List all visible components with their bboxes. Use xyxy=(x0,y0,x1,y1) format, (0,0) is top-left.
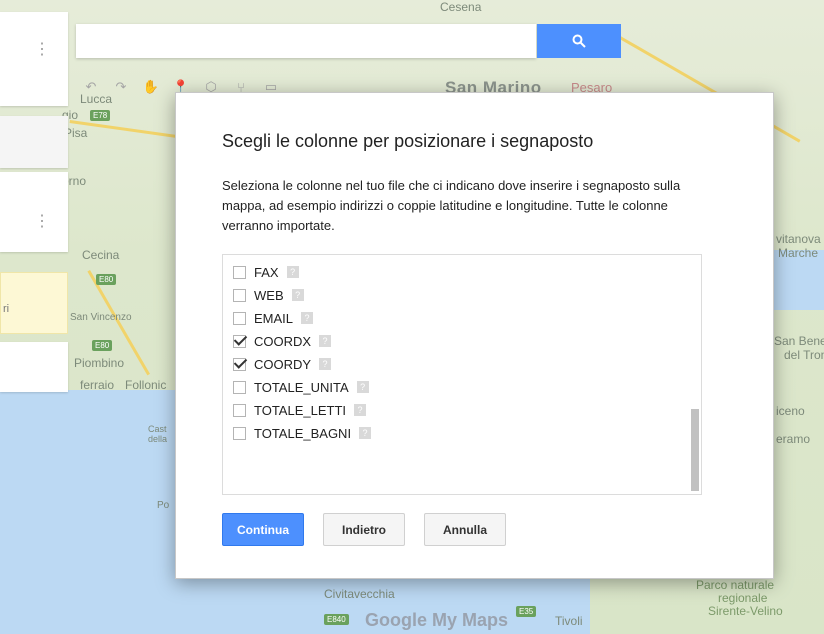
map-label: Po xyxy=(157,500,170,511)
column-label: EMAIL xyxy=(254,310,294,326)
list-item[interactable]: FAX ? xyxy=(233,261,299,283)
map-label: Marche xyxy=(778,246,819,260)
redo-icon[interactable]: ↷ xyxy=(106,76,136,98)
help-icon[interactable]: ? xyxy=(359,427,372,439)
map-label: della xyxy=(148,434,168,444)
list-item[interactable]: TOTALE_LETTI ? xyxy=(233,399,366,421)
layer-card[interactable]: ⋮ xyxy=(0,12,68,106)
undo-icon[interactable]: ↶ xyxy=(76,76,106,98)
map-label: ferraio xyxy=(80,378,115,392)
list-item[interactable]: COORDX ? xyxy=(233,330,332,352)
map-label: Sirente-Velino xyxy=(708,604,783,618)
continue-button[interactable]: Continua xyxy=(222,513,304,546)
column-label: FAX xyxy=(254,264,279,280)
column-label: COORDX xyxy=(254,333,312,349)
column-label: COORDY xyxy=(254,356,312,372)
column-checkbox[interactable] xyxy=(233,380,246,394)
map-label: Follonic xyxy=(125,378,167,392)
map-label: San Bened xyxy=(774,334,824,348)
map-label: eramo xyxy=(776,432,811,446)
more-options-icon[interactable]: ⋮ xyxy=(34,214,50,230)
column-checkbox[interactable] xyxy=(233,311,246,325)
map-label: Tivoli xyxy=(555,614,583,628)
layer-card[interactable]: ⋮ xyxy=(0,172,68,252)
list-scrollbar[interactable] xyxy=(691,409,699,491)
road-shield: E80 xyxy=(96,274,117,285)
help-icon[interactable]: ? xyxy=(319,358,332,370)
google-my-maps-watermark: Google My Maps xyxy=(365,610,509,630)
help-icon[interactable]: ? xyxy=(286,266,299,278)
layer-card[interactable] xyxy=(0,342,68,392)
map-label: Parco naturale xyxy=(696,578,775,592)
column-label: TOTALE_LETTI xyxy=(254,402,346,418)
dialog-title: Scegli le colonne per posizionare i segn… xyxy=(222,131,594,151)
road-shield: E35 xyxy=(516,606,537,617)
map-label: Civitavecchia xyxy=(324,587,395,601)
column-checkbox[interactable] xyxy=(233,288,246,302)
map-label: Cast xyxy=(148,424,167,434)
help-icon[interactable]: ? xyxy=(301,312,314,324)
search-button[interactable] xyxy=(537,24,621,58)
list-item[interactable]: TOTALE_UNITA ? xyxy=(233,376,369,398)
cancel-button[interactable]: Annulla xyxy=(424,513,506,546)
column-label: TOTALE_UNITA xyxy=(254,379,349,395)
map-label: vitanova xyxy=(776,232,821,246)
layer-card[interactable] xyxy=(0,116,68,168)
more-options-icon[interactable]: ⋮ xyxy=(34,42,50,58)
list-item[interactable]: WEB ? xyxy=(233,284,304,306)
map-label: iceno xyxy=(776,404,805,418)
layer-info-text: ri xyxy=(3,303,10,315)
help-icon[interactable]: ? xyxy=(354,404,366,416)
list-item[interactable]: TOTALE_BAGNI ? xyxy=(233,422,372,444)
hand-icon[interactable]: ✋ xyxy=(136,76,166,98)
column-checkbox[interactable] xyxy=(233,403,246,417)
column-list[interactable]: FAX ? WEB ? EMAIL ? COORDX ? COORDY ? TO… xyxy=(222,254,702,495)
column-checkbox[interactable] xyxy=(233,426,246,440)
road-shield: E80 xyxy=(92,340,113,351)
back-button[interactable]: Indietro xyxy=(323,513,405,546)
map-label: del Tront xyxy=(784,348,824,362)
map-label: Piombino xyxy=(74,356,125,370)
list-item[interactable]: COORDY ? xyxy=(233,353,332,375)
column-label: WEB xyxy=(254,287,284,303)
map-label: regionale xyxy=(718,591,768,605)
left-layers-panel: ⋮ ⋮ ri xyxy=(0,12,68,412)
map-label: San Vincenzo xyxy=(70,312,132,323)
help-icon[interactable]: ? xyxy=(319,335,332,347)
column-label: TOTALE_BAGNI xyxy=(254,425,352,441)
help-icon[interactable]: ? xyxy=(291,289,304,301)
search-icon xyxy=(572,34,586,48)
search-input[interactable] xyxy=(76,24,536,58)
dialog-description: Seleziona le colonne nel tuo file che ci… xyxy=(222,178,681,233)
column-checkbox[interactable] xyxy=(233,334,246,348)
list-item[interactable]: EMAIL ? xyxy=(233,307,314,329)
map-label: Cecina xyxy=(82,248,120,262)
column-checkbox[interactable] xyxy=(233,357,246,371)
map-label: Cesena xyxy=(440,0,482,14)
road-shield: E78 xyxy=(90,110,111,121)
layer-info-box: ri xyxy=(0,272,68,334)
choose-columns-dialog: Scegli le colonne per posizionare i segn… xyxy=(175,92,774,579)
road-shield: E840 xyxy=(324,614,349,625)
help-icon[interactable]: ? xyxy=(356,381,369,393)
column-checkbox[interactable] xyxy=(233,265,246,279)
